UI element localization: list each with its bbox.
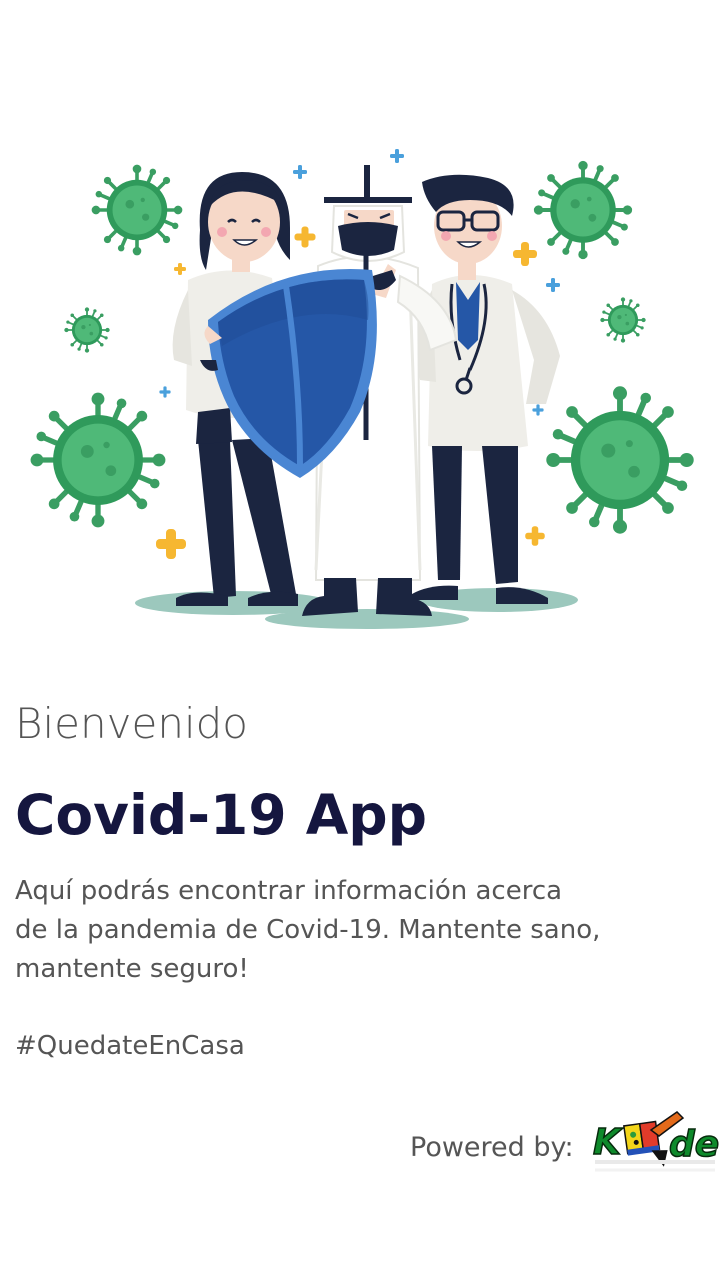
plus-sparkle-icon	[390, 149, 404, 163]
plus-sparkle-icon	[159, 386, 171, 398]
powered-by-label: Powered by:	[410, 1132, 574, 1163]
plus-sparkle-icon	[513, 242, 537, 266]
virus-icon	[599, 296, 647, 344]
virus-icon	[89, 162, 185, 258]
virus-icon	[531, 158, 635, 262]
virus-icon	[546, 386, 693, 533]
virus-icon	[63, 306, 111, 354]
app-title: Covid-19 App	[15, 783, 428, 847]
plus-sparkle-icon	[532, 404, 544, 416]
plus-sparkle-icon	[293, 165, 307, 179]
plus-sparkle-icon	[525, 526, 545, 546]
welcome-heading: Bienvenido	[15, 699, 248, 748]
virus-icon	[31, 393, 166, 528]
svg-text:de: de	[669, 1124, 719, 1165]
plus-sparkle-icon	[156, 529, 186, 559]
brand-logo: K de	[585, 1108, 720, 1183]
hero-illustration	[0, 140, 720, 640]
plus-sparkle-icon	[294, 226, 316, 248]
description-line: Aquí podrás encontrar información acerca	[15, 876, 563, 906]
app-description: Aquí podrás encontrar información acerca…	[15, 872, 655, 989]
description-line: de la pandemia de Covid-19. Mantente san…	[15, 915, 601, 945]
hashtag-text: #QuedateEnCasa	[15, 1031, 245, 1061]
plus-sparkle-icon	[174, 263, 186, 275]
plus-sparkle-icon	[546, 278, 560, 292]
description-line: mantente seguro!	[15, 954, 249, 984]
svg-text:K: K	[593, 1122, 624, 1163]
